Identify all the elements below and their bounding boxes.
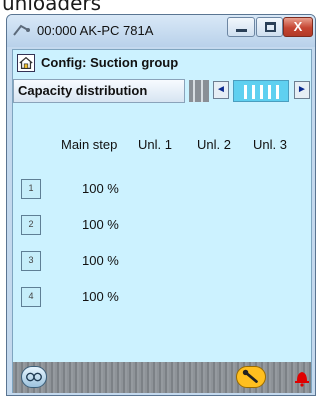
config-panel: Config: Suction group Capacity distribut… <box>12 49 312 393</box>
step-number: 2 <box>28 219 34 229</box>
table-row[interactable]: 2 100 % <box>13 213 311 237</box>
alarm-bell-icon[interactable] <box>294 367 310 387</box>
step-number: 3 <box>28 255 34 265</box>
page-indicator-bar <box>244 85 247 99</box>
page-indicator-bar <box>276 85 279 99</box>
status-bar <box>13 362 311 393</box>
table-row[interactable]: 4 100 % <box>13 285 311 309</box>
maximize-button[interactable] <box>256 17 283 37</box>
maximize-icon <box>265 22 276 32</box>
title-bar[interactable]: 00:000 AK-PC 781A X <box>7 15 315 47</box>
step-number: 1 <box>28 183 34 193</box>
glasses-icon[interactable] <box>21 366 47 388</box>
app-window: 00:000 AK-PC 781A X Config: Suction grou… <box>6 14 316 396</box>
main-step-value: 100 % <box>82 217 119 232</box>
compressor-step-icon[interactable]: 4 <box>21 287 41 307</box>
main-step-value: 100 % <box>82 253 119 268</box>
close-button[interactable]: X <box>283 17 313 37</box>
compressor-step-icon[interactable]: 2 <box>21 215 41 235</box>
main-step-value: 100 % <box>82 289 119 304</box>
column-header-unl-2: Unl. 2 <box>197 137 231 152</box>
page-title: Config: Suction group <box>41 55 179 70</box>
page-indicator-bar <box>260 85 263 99</box>
tab-separator <box>189 80 209 102</box>
page-indicator-bar <box>252 85 255 99</box>
table-row[interactable]: 3 100 % <box>13 249 311 273</box>
minimize-icon <box>236 29 247 32</box>
page-indicator <box>233 80 289 102</box>
close-icon: X <box>293 19 303 34</box>
window-title: 00:000 AK-PC 781A <box>37 23 154 38</box>
tab-capacity-distribution[interactable]: Capacity distribution <box>13 79 185 103</box>
main-step-value: 100 % <box>82 181 119 196</box>
caption-text: unloaders <box>2 0 102 15</box>
next-page-button[interactable]: ► <box>294 81 310 99</box>
step-number: 4 <box>28 291 34 301</box>
column-header-unl-1: Unl. 1 <box>138 137 172 152</box>
column-header-unl-3: Unl. 3 <box>253 137 287 152</box>
compressor-step-icon[interactable]: 3 <box>21 251 41 271</box>
previous-page-button[interactable]: ◄ <box>213 81 229 99</box>
wrench-icon[interactable] <box>236 366 266 388</box>
tab-bar: Capacity distribution ◄ ► <box>13 78 311 104</box>
compressor-step-icon[interactable]: 1 <box>21 179 41 199</box>
column-header-main-step: Main step <box>61 137 118 152</box>
table-row[interactable]: 1 100 % <box>13 177 311 201</box>
panel-header: Config: Suction group <box>13 50 311 76</box>
minimize-button[interactable] <box>227 17 255 37</box>
home-icon[interactable] <box>17 54 35 72</box>
page-indicator-bar <box>268 85 271 99</box>
app-icon <box>13 24 30 36</box>
